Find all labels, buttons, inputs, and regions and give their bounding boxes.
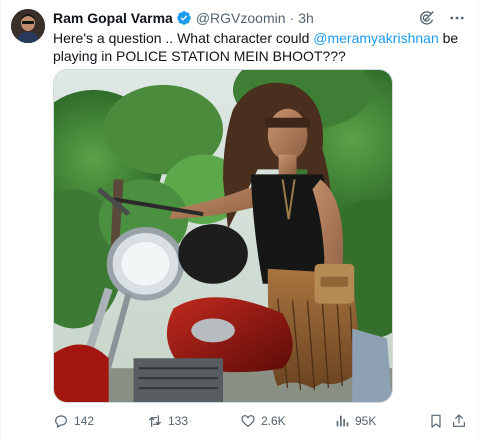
bookmark-button[interactable] [428,413,444,429]
more-icon[interactable] [448,9,466,27]
repost-count: 133 [168,414,189,428]
repost-button[interactable]: 133 [147,413,188,429]
tweet-card[interactable]: Ram Gopal Varma @RGVzoomin · 3h Here's a… [0,0,479,440]
action-bar: 142 133 2.6K 95K [53,411,465,431]
share-icon [453,414,465,427]
mention-link[interactable]: @meramyakrishnan [313,30,438,46]
author-handle[interactable]: @RGVzoomin [196,10,286,26]
share-button[interactable] [451,413,467,429]
views-icon [336,415,349,427]
reply-button[interactable]: 142 [53,413,94,429]
verified-badge-icon [176,10,192,26]
post-time[interactable]: 3h [298,10,314,26]
like-count: 2.6K [261,414,286,428]
post-text: Here's a question .. What character coul… [53,29,465,65]
tweet-header: Ram Gopal Varma @RGVzoomin · 3h [53,9,314,27]
repost-icon [149,415,161,427]
top-right-actions [418,9,466,27]
reply-icon [55,415,67,429]
heart-icon [241,415,255,428]
views-count: 95K [355,414,377,428]
bookmark-icon [431,414,441,428]
author-name[interactable]: Ram Gopal Varma [53,10,173,26]
post-text-before: Here's a question .. What character coul… [53,30,314,46]
separator-dot: · [289,10,295,26]
reply-count: 142 [74,414,95,428]
post-photo[interactable] [53,69,393,403]
grok-icon[interactable] [418,9,436,27]
like-button[interactable]: 2.6K [240,413,286,429]
avatar[interactable] [11,9,45,43]
views-button[interactable]: 95K [334,413,376,429]
